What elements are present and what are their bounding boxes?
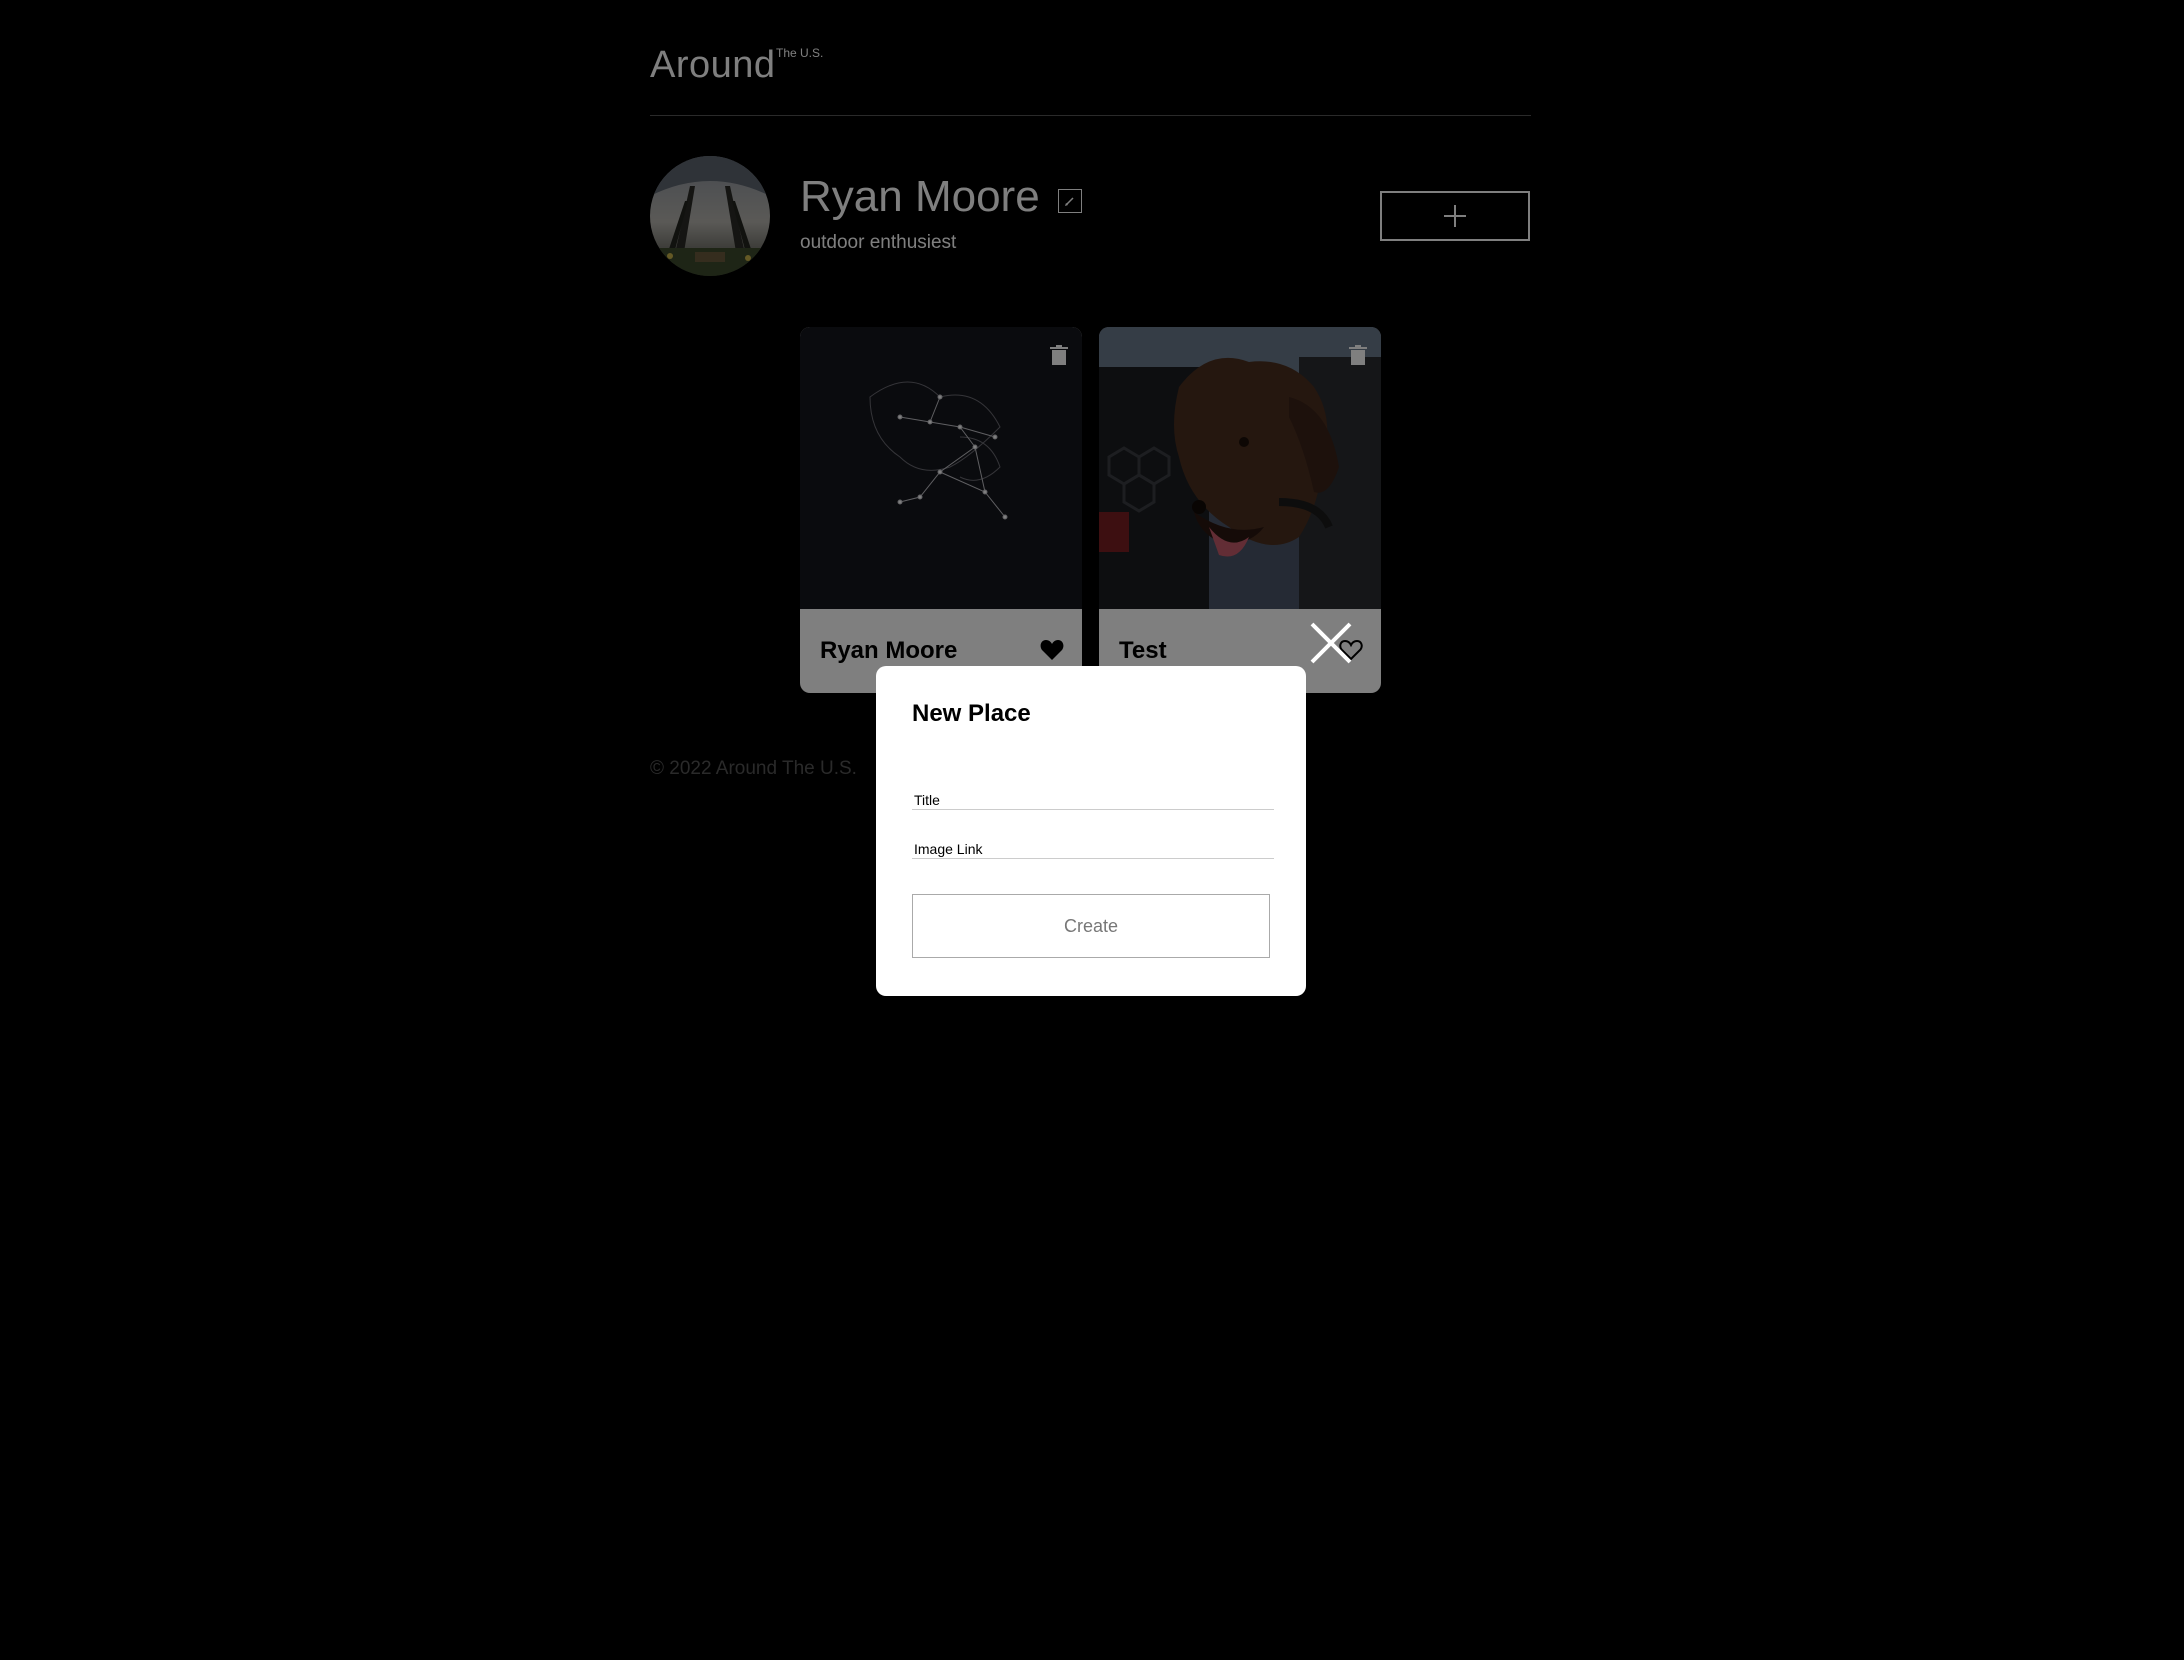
close-icon[interactable] (1310, 622, 1352, 664)
image-link-input[interactable] (912, 839, 1274, 859)
new-place-modal: New Place Create (876, 666, 1306, 996)
modal-title: New Place (912, 700, 1031, 727)
create-button[interactable]: Create (912, 894, 1270, 958)
title-input[interactable] (912, 790, 1274, 810)
